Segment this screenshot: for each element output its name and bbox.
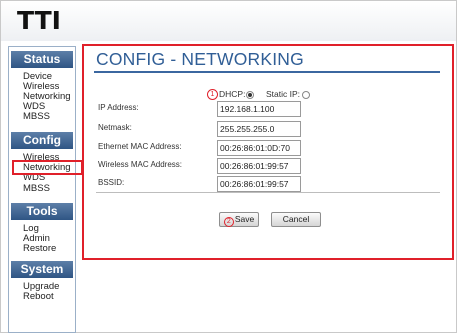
config-networking-panel: CONFIG - NETWORKING 1 DHCP: Static IP: I… xyxy=(82,44,454,260)
brand-logo: TTI xyxy=(17,6,61,35)
save-button[interactable]: 2 Save xyxy=(219,212,259,227)
ip-address-label: IP Address: xyxy=(98,103,139,112)
page-title: CONFIG - NETWORKING xyxy=(96,49,304,69)
static-ip-label: Static IP: xyxy=(266,89,301,99)
save-button-label: Save xyxy=(234,214,255,224)
wireless-mac-label: Wireless MAC Address: xyxy=(98,160,183,169)
sidebar-section-tools: Tools xyxy=(11,203,73,220)
bssid-field[interactable]: 00:26:86:01:99:57 xyxy=(217,176,301,192)
title-divider xyxy=(94,71,440,73)
wireless-mac-field[interactable]: 00:26:86:01:99:57 xyxy=(217,158,301,174)
sidebar-section-system: System xyxy=(11,261,73,278)
sidebar-item-tools-restore[interactable]: Restore xyxy=(23,244,56,254)
top-banner: TTI xyxy=(1,1,456,41)
sidebar-item-status-mbss[interactable]: MBSS xyxy=(23,112,50,122)
selected-item-highlight xyxy=(12,160,83,175)
ethernet-mac-label: Ethernet MAC Address: xyxy=(98,142,182,151)
sidebar-section-status: Status xyxy=(11,51,73,68)
static-ip-radio[interactable] xyxy=(302,91,310,99)
form-divider xyxy=(96,192,440,193)
cancel-button[interactable]: Cancel xyxy=(271,212,321,227)
sidebar-item-config-mbss[interactable]: MBSS xyxy=(23,184,50,194)
sidebar-item-system-reboot[interactable]: Reboot xyxy=(23,292,54,302)
ethernet-mac-field[interactable]: 00:26:86:01:0D:70 xyxy=(217,140,301,156)
sidebar: Status Device Wireless Networking WDS MB… xyxy=(8,46,76,333)
step-marker-1: 1 xyxy=(207,89,218,100)
sidebar-section-config: Config xyxy=(11,132,73,149)
ip-address-field[interactable]: 192.168.1.100 xyxy=(217,101,301,117)
bssid-label: BSSID: xyxy=(98,178,125,187)
step-marker-2: 2 xyxy=(223,217,234,227)
netmask-field[interactable]: 255.255.255.0 xyxy=(217,121,301,137)
netmask-label: Netmask: xyxy=(98,123,132,132)
dhcp-label: DHCP: xyxy=(219,89,246,99)
dhcp-radio[interactable] xyxy=(246,91,254,99)
